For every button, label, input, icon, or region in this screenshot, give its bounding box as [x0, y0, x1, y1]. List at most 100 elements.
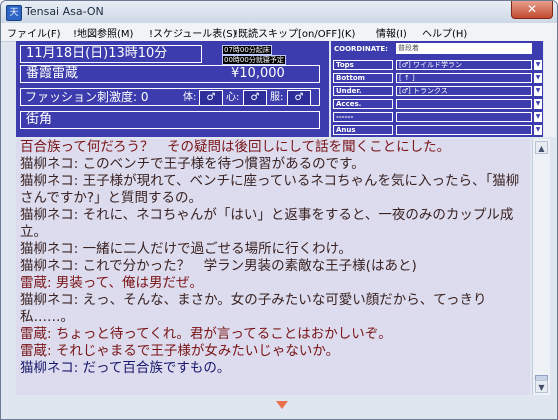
- dialogue-text: それに、ネコちゃんが「はい」と返事をすると、一夜のみのカップル成立。: [20, 207, 514, 240]
- menu-map[interactable]: !地図参照(M): [73, 25, 133, 40]
- window-title: Tensai Asa-ON: [25, 5, 104, 18]
- location-box: 街角: [20, 111, 320, 129]
- menu-skip[interactable]: !既読スキップ[on/OFF](K): [234, 25, 355, 40]
- dialogue-line: 雷蔵: それじゃまるで王子様が女みたいじゃないか。: [16, 343, 530, 360]
- speaker-separator: :: [73, 207, 83, 223]
- dropdown-icon[interactable]: ▼: [534, 60, 542, 70]
- dialogue-line: 猫柳ネコ: これで分かった？ 学ラン男装の素敵な王子様(はあと): [16, 258, 530, 275]
- scroll-down-icon[interactable]: ▼: [535, 380, 548, 393]
- speaker-separator: :: [73, 156, 83, 172]
- dialogue-text: 百合族って何だろう？ その疑問は後回しにして話を聞くことにした。: [20, 139, 451, 155]
- money-value: ¥10,000: [231, 66, 285, 81]
- speaker-name: 猫柳ネコ: [20, 241, 74, 257]
- speaker-separator: :: [73, 360, 83, 376]
- speaker-separator: :: [73, 292, 83, 308]
- fashion-box: ファッション刺激度: 0 体: ♂ 心: ♂ 服: ♂: [20, 88, 320, 106]
- equip-row[interactable]: Bottom [ ↑ ] ▼: [331, 73, 543, 84]
- status-panel: 11月18日(日)13時10分 07時00分起床 00時00分就寝予定 番霞雷蔵…: [16, 41, 329, 137]
- speaker-separator: :: [47, 275, 56, 291]
- dialogue-text: それじゃまるで王子様が女みたいじゃないか。: [55, 343, 340, 359]
- equip-value: [396, 112, 532, 122]
- next-page-arrow-icon[interactable]: [276, 401, 288, 409]
- equip-label: Anus: [333, 125, 393, 135]
- dialogue-line: 百合族って何だろう？ その疑問は後回しにして話を聞くことにした。: [16, 139, 530, 156]
- speaker-name: 雷蔵: [20, 326, 47, 342]
- equip-label: Acces.: [333, 99, 393, 109]
- equip-label: ------: [333, 112, 393, 122]
- location-value: 街角: [26, 112, 53, 127]
- dialogue-text: 王子様が現れて、ベンチに座っているネコちゃんを気に入ったら、「猫柳さんですか?」…: [20, 173, 520, 206]
- dialogue-line: 猫柳ネコ: 王子様が現れて、ベンチに座っているネコちゃんを気に入ったら、「猫柳さ…: [16, 173, 530, 207]
- dialogue-scrollbar[interactable]: ▲ ▼: [532, 139, 550, 395]
- menu-file[interactable]: ファイル(F): [7, 25, 61, 40]
- close-button[interactable]: ✕: [511, 1, 553, 19]
- fashion-label: ファッション刺激度: 0: [25, 90, 149, 104]
- title-bar[interactable]: 天 Tensai Asa-ON ✕: [1, 1, 557, 23]
- dropdown-icon[interactable]: ▼: [534, 86, 542, 96]
- app-window: 天 Tensai Asa-ON ✕ ファイル(F) !地図参照(M) !スケジュ…: [0, 0, 558, 420]
- body-male-icon: ♂: [199, 90, 223, 106]
- speaker-name: 雷蔵: [20, 343, 47, 359]
- name-money-box: 番霞雷蔵 ¥10,000: [20, 65, 320, 83]
- scroll-up-icon[interactable]: ▲: [535, 141, 548, 154]
- speaker-name: 猫柳ネコ: [20, 360, 74, 376]
- dropdown-icon[interactable]: ▼: [534, 125, 542, 135]
- equip-row[interactable]: ------ ▼: [331, 112, 543, 123]
- datetime-value: 11月18日(日)13時10分: [26, 46, 168, 61]
- equip-row[interactable]: Under. [♂] トランクス ▼: [331, 86, 543, 97]
- equip-label: Bottom: [333, 73, 393, 83]
- menu-schedule[interactable]: !スケジュール表(S): [149, 25, 236, 40]
- clothes-label: 服:: [270, 92, 284, 103]
- wake-time-chip: 07時00分起床: [222, 45, 272, 55]
- dropdown-icon[interactable]: ▼: [534, 112, 542, 122]
- speaker-name: 猫柳ネコ: [20, 173, 74, 189]
- menu-bar: ファイル(F) !地図参照(M) !スケジュール表(S) !既読スキップ[on/…: [1, 23, 557, 42]
- mind-label: 心:: [226, 92, 240, 103]
- coordinate-value[interactable]: 普段着: [396, 43, 532, 54]
- equip-row[interactable]: Tops [♂] ワイルド学ラン ▼: [331, 60, 543, 71]
- menu-help[interactable]: ヘルプ(H): [422, 25, 467, 40]
- equip-row[interactable]: Acces. ▼: [331, 99, 543, 110]
- mind-male-icon: ♂: [243, 90, 267, 106]
- speaker-name: 猫柳ネコ: [20, 156, 74, 172]
- dialogue-text: ちょっと待ってくれ。君が言ってることはおかしいぞ。: [55, 326, 392, 342]
- dialogue-line: 猫柳ネコ: だって百合族ですもの。: [16, 360, 530, 377]
- equip-label: Under.: [333, 86, 393, 96]
- dialogue-line: 猫柳ネコ: それに、ネコちゃんが「はい」と返事をすると、一夜のみのカップル成立。: [16, 207, 530, 241]
- speaker-name: 雷蔵: [20, 275, 47, 291]
- dialogue-text: 一緒に二人だけで過ごせる場所に行くわけ。: [82, 241, 352, 257]
- equip-row[interactable]: Anus ▼: [331, 125, 543, 136]
- equip-value: [♂] ワイルド学ラン: [396, 60, 532, 70]
- equip-label: Tops: [333, 60, 393, 70]
- dialogue-text: 男装って、俺は男だぜ。: [55, 275, 203, 291]
- equip-value: [396, 125, 532, 135]
- equip-value: [ ↑ ]: [396, 73, 532, 83]
- speaker-separator: :: [73, 173, 83, 189]
- dialogue-text: これで分かった？ 学ラン男装の素敵な王子様(はあと): [82, 258, 417, 274]
- dialogue-text: このベンチで王子様を待つ慣習があるのです。: [82, 156, 365, 172]
- equipment-scrollbar[interactable]: [544, 41, 556, 137]
- dialogue-text: だって百合族ですもの。: [82, 360, 231, 376]
- speaker-name: 猫柳ネコ: [20, 207, 74, 223]
- equip-value: [396, 99, 532, 109]
- speaker-separator: :: [73, 258, 83, 274]
- app-icon: 天: [6, 5, 22, 21]
- player-name: 番霞雷蔵: [26, 66, 79, 81]
- coordinate-row[interactable]: COORDINATE: 普段着: [331, 43, 543, 55]
- menu-info[interactable]: 情報(I): [376, 25, 407, 40]
- dropdown-icon[interactable]: ▼: [534, 73, 542, 83]
- speaker-separator: :: [73, 241, 83, 257]
- speaker-name: 猫柳ネコ: [20, 292, 74, 308]
- dropdown-icon[interactable]: ▼: [534, 99, 542, 109]
- dialogue-log[interactable]: 百合族って何だろう？ その疑問は後回しにして話を聞くことにした。 猫柳ネコ: この…: [16, 139, 530, 395]
- equipment-panel: COORDINATE: 普段着 Tops [♂] ワイルド学ラン ▼ Botto…: [331, 41, 543, 137]
- speaker-separator: :: [47, 326, 56, 342]
- speaker-name: 猫柳ネコ: [20, 258, 74, 274]
- dialogue-line: 雷蔵: ちょっと待ってくれ。君が言ってることはおかしいぞ。: [16, 326, 530, 343]
- body-label: 体:: [183, 92, 197, 103]
- datetime-box: 11月18日(日)13時10分: [20, 45, 202, 63]
- clothes-male-icon: ♂: [287, 90, 311, 106]
- equip-value: [♂] トランクス: [396, 86, 532, 96]
- dialogue-line: 猫柳ネコ: えっ、そんな、まさか。女の子みたいな可愛い顔だから、てっきり私……。: [16, 292, 530, 326]
- dialogue-line: 雷蔵: 男装って、俺は男だぜ。: [16, 275, 530, 292]
